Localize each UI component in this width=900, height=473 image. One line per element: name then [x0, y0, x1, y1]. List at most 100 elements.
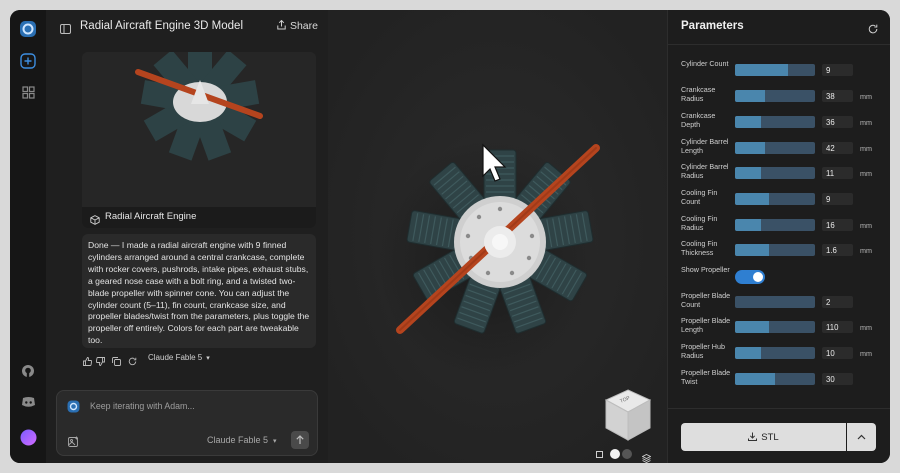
parameter-value-input[interactable]: 1.6 — [822, 244, 853, 256]
show-propeller-toggle[interactable] — [735, 270, 765, 284]
parameter-row: Cooling Fin Radius 16 mm — [668, 214, 890, 238]
parameter-label: Cooling Fin Count — [681, 188, 718, 206]
message-model-selector[interactable]: Claude Fable 5 ▾ — [148, 353, 210, 362]
parameter-slider[interactable] — [735, 193, 815, 205]
parameter-row: Cylinder Barrel Length 42 mm — [668, 137, 890, 161]
view-mode-controls — [596, 449, 656, 463]
layers-icon[interactable] — [641, 450, 652, 463]
parameter-unit: mm — [860, 92, 872, 101]
parameter-label: Cylinder Barrel Radius — [681, 162, 729, 180]
reset-parameters-icon[interactable] — [868, 21, 878, 39]
thumbs-down-icon[interactable] — [95, 353, 106, 366]
app-logo-icon[interactable] — [19, 20, 37, 38]
composer[interactable]: Keep iterating with Adam... Claude Fable… — [56, 390, 318, 456]
parameters-panel: Parameters Cylinder Count 9 Crankcase Radi… — [667, 10, 890, 463]
copy-icon[interactable] — [112, 353, 122, 366]
new-chat-icon[interactable] — [19, 52, 37, 70]
parameter-value-input[interactable]: 42 — [822, 142, 853, 154]
parameter-label: Cooling Fin Radius — [681, 214, 718, 232]
parameter-row: Cylinder Barrel Radius 11 mm — [668, 162, 890, 186]
message-actions: Claude Fable 5 ▾ — [82, 352, 316, 366]
parameter-value-input[interactable]: 9 — [822, 64, 853, 76]
github-icon[interactable] — [19, 362, 37, 380]
slider-fill — [735, 347, 761, 359]
parameter-label: Propeller Blade Twist — [681, 368, 731, 386]
send-button[interactable] — [291, 431, 309, 449]
parameter-value-input[interactable]: 38 — [822, 90, 853, 102]
user-avatar[interactable] — [19, 428, 37, 446]
parameter-slider[interactable] — [735, 321, 815, 333]
export-stl-button[interactable]: STL — [681, 423, 846, 451]
parameter-label: Cylinder Barrel Length — [681, 137, 729, 155]
slider-fill — [735, 373, 775, 385]
attach-image-icon[interactable] — [68, 434, 79, 452]
preview-caption: Radial Aircraft Engine — [105, 211, 197, 222]
parameter-value-input[interactable]: 10 — [822, 347, 853, 359]
composer-model-selector[interactable]: Claude Fable 5 ▾ — [207, 435, 277, 445]
parameter-slider[interactable] — [735, 142, 815, 154]
parameter-value-input[interactable]: 16 — [822, 219, 853, 231]
model-preview-card[interactable]: Radial Aircraft Engine — [82, 52, 316, 228]
parameter-value-input[interactable]: 36 — [822, 116, 853, 128]
composer-model-label: Claude Fable 5 — [207, 435, 269, 445]
slider-fill — [735, 244, 769, 256]
slider-fill — [735, 64, 788, 76]
parameter-slider[interactable] — [735, 167, 815, 179]
light-theme-toggle[interactable] — [610, 449, 620, 459]
parameter-row: Crankcase Depth 36 mm — [668, 111, 890, 135]
discord-icon[interactable] — [19, 393, 37, 411]
parameter-slider[interactable] — [735, 116, 815, 128]
share-label: Share — [289, 20, 318, 32]
share-button[interactable]: Share — [277, 19, 318, 32]
assistant-message-text: Done — I made a radial aircraft engine w… — [88, 240, 310, 346]
chevron-down-icon: ▾ — [273, 438, 277, 445]
dark-theme-toggle[interactable] — [622, 449, 632, 459]
slider-fill — [735, 167, 761, 179]
3d-viewport[interactable]: TOP — [328, 10, 667, 463]
parameter-slider[interactable] — [735, 347, 815, 359]
parameter-unit: mm — [860, 169, 872, 178]
parameter-row: Propeller Blade Twist 30 — [668, 368, 890, 392]
cube-icon — [90, 212, 100, 228]
parameter-unit: mm — [860, 246, 872, 255]
composer-input[interactable]: Keep iterating with Adam... — [90, 401, 195, 411]
sidebar-toggle-icon[interactable] — [60, 21, 71, 39]
parameter-value-input[interactable]: 2 — [822, 296, 853, 308]
preview-caption-bar: Radial Aircraft Engine — [82, 207, 316, 228]
parameter-unit: mm — [860, 323, 872, 332]
chat-panel: Radial Aircraft Engine 3D Model Share Ra… — [46, 10, 328, 463]
parameter-value-input[interactable]: 11 — [822, 167, 853, 179]
parameter-unit: mm — [860, 221, 872, 230]
parameter-slider[interactable] — [735, 373, 815, 385]
parameter-unit: mm — [860, 144, 872, 153]
view-cube[interactable]: TOP — [598, 386, 658, 446]
download-icon — [748, 432, 758, 441]
square-view-icon[interactable] — [596, 451, 603, 458]
parameter-label: Propeller Hub Radius — [681, 342, 725, 360]
parameter-slider[interactable] — [735, 90, 815, 102]
parameters-title: Parameters — [681, 20, 744, 32]
parameter-slider[interactable] — [735, 296, 815, 308]
retry-icon[interactable] — [128, 353, 138, 366]
parameter-unit: mm — [860, 118, 872, 127]
share-icon — [277, 19, 286, 30]
thumbs-up-icon[interactable] — [83, 353, 93, 366]
parameter-value-input[interactable]: 30 — [822, 373, 853, 385]
gallery-grid-icon[interactable] — [19, 83, 37, 101]
slider-fill — [735, 193, 769, 205]
export-format-dropdown[interactable] — [847, 423, 876, 451]
parameter-slider[interactable] — [735, 219, 815, 231]
parameter-value-input[interactable]: 110 — [822, 321, 853, 333]
parameter-slider[interactable] — [735, 64, 815, 76]
assistant-message: Done — I made a radial aircraft engine w… — [82, 234, 316, 348]
chevron-down-icon: ▾ — [206, 355, 210, 362]
parameter-label: Crankcase Radius — [681, 85, 716, 103]
parameter-label: Cylinder Count — [681, 59, 729, 68]
parameter-row: Propeller Blade Count 2 — [668, 291, 890, 315]
parameter-value-input[interactable]: 9 — [822, 193, 853, 205]
parameter-label: Show Propeller — [681, 265, 730, 274]
app-window: Radial Aircraft Engine 3D Model Share Ra… — [10, 10, 890, 463]
composer-logo-icon — [67, 400, 80, 418]
parameter-slider[interactable] — [735, 244, 815, 256]
parameter-row: Cooling Fin Thickness 1.6 mm — [668, 239, 890, 263]
